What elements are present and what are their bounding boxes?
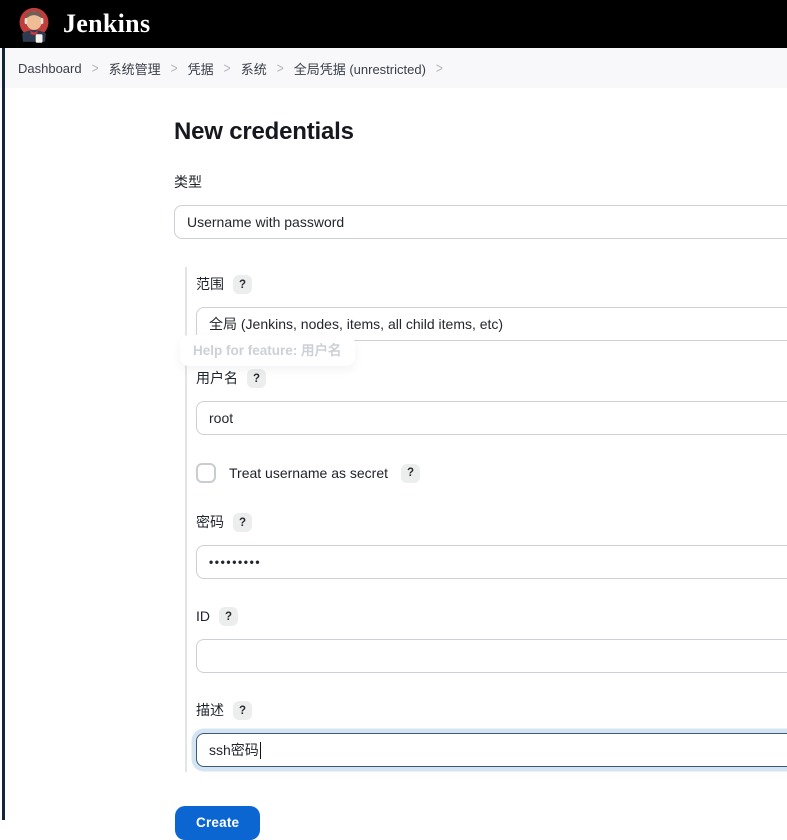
breadcrumb-item-system[interactable]: 系统 (241, 59, 267, 78)
top-header: Jenkins (0, 0, 787, 48)
breadcrumb-item-manage[interactable]: 系统管理 (109, 59, 161, 78)
treat-username-secret-label[interactable]: Treat username as secret (229, 465, 388, 481)
description-help-icon[interactable]: ? (233, 701, 252, 720)
description-label-row: 描述 ? (196, 701, 787, 720)
id-label: ID (196, 608, 210, 624)
description-field: 描述 ? ssh密码 (196, 701, 787, 767)
type-label-row: 类型 (174, 173, 787, 192)
password-field: 密码 ? (196, 513, 787, 579)
jenkins-butler-logo-svg (19, 7, 49, 43)
scope-field: 范围 ? 全局 (Jenkins, nodes, items, all chil… (196, 275, 787, 341)
username-secret-help-icon[interactable]: ? (401, 463, 420, 483)
new-credentials-form: New credentials 类型 Username with passwor… (0, 88, 787, 840)
breadcrumb-chevron-icon: > (170, 59, 178, 77)
jenkins-butler-logo-icon[interactable] (16, 3, 52, 45)
scope-label-row: 范围 ? (196, 275, 787, 294)
app-title[interactable]: Jenkins (63, 9, 150, 39)
username-label-row: 用户名 ? (196, 369, 787, 388)
create-button[interactable]: Create (175, 806, 261, 840)
breadcrumb-item-credentials[interactable]: 凭据 (188, 59, 214, 78)
description-input[interactable]: ssh密码 (196, 733, 787, 767)
scope-label: 范围 (196, 276, 224, 292)
id-label-row: ID ? (196, 607, 787, 626)
scope-select[interactable]: 全局 (Jenkins, nodes, items, all child ite… (196, 307, 787, 341)
breadcrumb-item-dashboard[interactable]: Dashboard (18, 61, 82, 76)
password-help-icon[interactable]: ? (233, 513, 252, 532)
breadcrumb-chevron-icon: > (435, 59, 443, 77)
type-label: 类型 (174, 174, 202, 190)
type-field: 类型 Username with password (174, 173, 787, 239)
username-field: 用户名 ? (196, 369, 787, 435)
scope-help-icon[interactable]: ? (233, 275, 252, 294)
id-field: ID ? (196, 607, 787, 673)
type-specific-section: Help for feature: 用户名 范围 ? 全局 (Jenkins, … (180, 267, 787, 772)
id-input[interactable] (196, 639, 787, 673)
username-help-icon[interactable]: ? (247, 369, 266, 388)
id-help-icon[interactable]: ? (219, 607, 238, 626)
password-label: 密码 (196, 514, 224, 530)
breadcrumb-item-global-domain[interactable]: 全局凭据 (unrestricted) (294, 59, 426, 78)
description-label: 描述 (196, 702, 224, 718)
breadcrumb-chevron-icon: > (91, 59, 99, 77)
password-input[interactable] (196, 545, 787, 579)
username-label: 用户名 (196, 370, 238, 386)
description-value: ssh密码 (209, 742, 259, 758)
breadcrumb-chevron-icon: > (223, 59, 231, 77)
page-left-edge (2, 48, 5, 820)
username-input[interactable] (196, 401, 787, 435)
password-label-row: 密码 ? (196, 513, 787, 532)
page-title: New credentials (174, 118, 354, 145)
username-secret-field: Treat username as secret ? (196, 463, 787, 483)
credential-type-select[interactable]: Username with password (174, 205, 787, 239)
breadcrumb-chevron-icon: > (276, 59, 284, 77)
text-caret (259, 741, 262, 759)
breadcrumb: Dashboard > 系统管理 > 凭据 > 系统 > 全局凭据 (unres… (0, 48, 787, 88)
treat-username-secret-checkbox[interactable] (196, 463, 216, 483)
